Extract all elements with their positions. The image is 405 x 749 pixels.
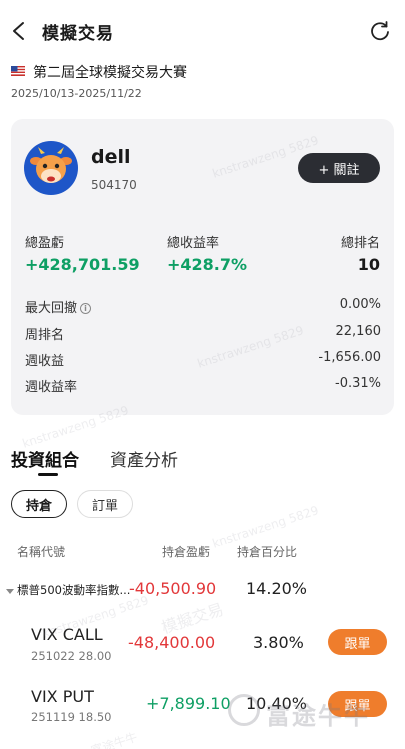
follow-button-label: + 關註: [318, 162, 360, 178]
weekly-return-value: -0.31%: [335, 376, 381, 391]
position-pnl: -40,500.90: [129, 579, 217, 598]
subtab-orders[interactable]: 訂單: [77, 490, 133, 518]
weekly-pnl-label: 週收益: [25, 354, 65, 369]
collapse-caret-icon[interactable]: [6, 589, 14, 594]
position-name: VIX PUT: [31, 687, 94, 706]
position-pct: 10.40%: [246, 694, 308, 713]
total-rank-value: 10: [357, 255, 380, 274]
refresh-icon[interactable]: [369, 20, 391, 42]
contest-name: 第二屆全球模擬交易大賽: [33, 65, 187, 81]
weekly-rank-label: 周排名: [25, 328, 65, 343]
position-pct: 14.20%: [246, 579, 308, 598]
cow-avatar-icon: [30, 147, 72, 183]
position-pnl: -48,400.00: [128, 633, 216, 652]
max-drawdown-value: 0.00%: [339, 297, 381, 312]
weekly-rank-value: 22,160: [335, 324, 382, 339]
position-name: 標普500波動率指數...: [17, 583, 131, 597]
back-arrow-icon[interactable]: [10, 20, 30, 42]
max-drawdown-row: 最大回撤 i 0.00%: [25, 297, 381, 317]
total-return-label: 總收益率: [167, 236, 220, 251]
max-drawdown-label: 最大回撤: [25, 301, 78, 316]
avatar[interactable]: [24, 141, 78, 195]
weekly-return-label: 週收益率: [25, 380, 78, 395]
column-header-pct: 持倉百分比: [237, 545, 298, 559]
weekly-rank-row: 周排名 22,160: [25, 324, 381, 344]
watermark-text: 模擬交易: [159, 599, 226, 638]
copy-trade-button[interactable]: 跟單: [328, 691, 387, 717]
total-return-value: +428.7%: [167, 255, 248, 274]
follow-button[interactable]: + 關註: [298, 153, 380, 183]
copy-trade-button[interactable]: 跟單: [328, 629, 387, 655]
weekly-pnl-value: -1,656.00: [318, 350, 381, 365]
tab-portfolio[interactable]: 投資組合: [11, 446, 79, 471]
position-name: VIX CALL: [31, 625, 103, 644]
user-id: 504170: [91, 178, 137, 192]
position-pct: 3.80%: [253, 633, 304, 652]
weekly-return-row: 週收益率 -0.31%: [25, 376, 381, 396]
tab-active-indicator: [38, 473, 58, 476]
profile-card: dell 504170 + 關註 總盈虧 +428,701.59 總收益率 +4…: [11, 119, 394, 415]
contest-dates: 2025/10/13-2025/11/22: [11, 87, 142, 100]
header: 模擬交易: [0, 0, 405, 62]
weekly-pnl-row: 週收益 -1,656.00: [25, 350, 381, 370]
username: dell: [91, 146, 131, 168]
position-pnl: +7,899.10: [146, 694, 231, 713]
tab-asset-analysis[interactable]: 資產分析: [110, 446, 178, 471]
total-pnl-value: +428,701.59: [25, 255, 140, 274]
total-pnl-label: 總盈虧: [25, 236, 65, 251]
column-header-name: 名稱代號: [17, 545, 66, 559]
watermark-text: 富途牛牛: [89, 729, 140, 749]
total-rank-label: 總排名: [340, 236, 380, 251]
position-contract: 251119 18.50: [31, 710, 112, 724]
info-icon[interactable]: i: [80, 303, 92, 314]
position-contract: 251022 28.00: [31, 649, 112, 663]
column-header-pnl: 持倉盈虧: [162, 545, 211, 559]
us-flag-icon: [11, 66, 25, 76]
page-title: 模擬交易: [42, 24, 114, 44]
subtab-holdings[interactable]: 持倉: [11, 490, 67, 518]
